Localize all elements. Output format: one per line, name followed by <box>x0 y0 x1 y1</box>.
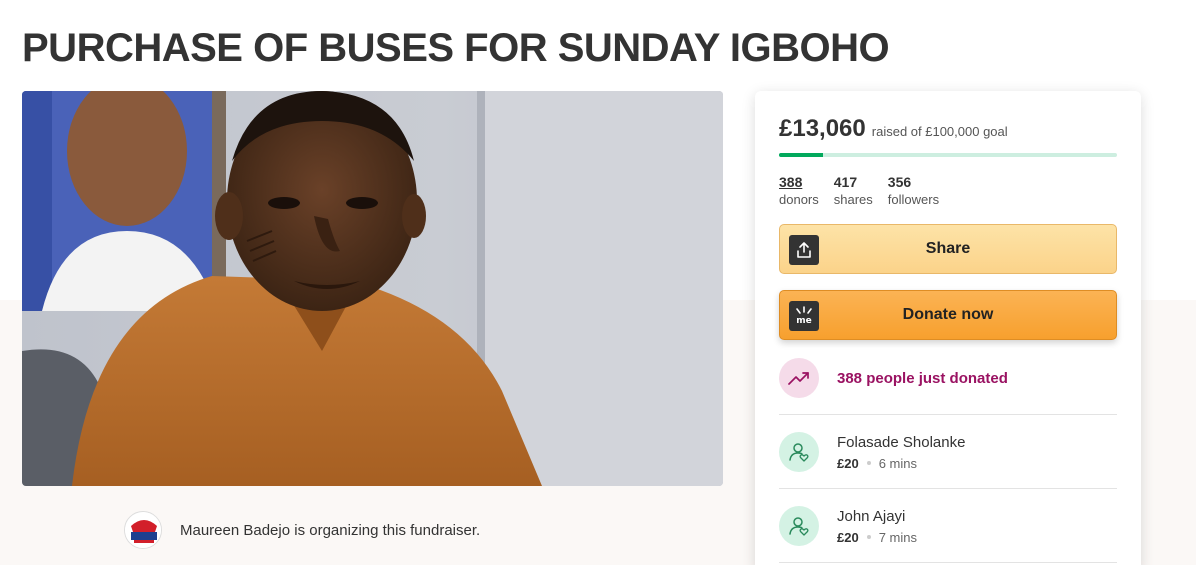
divider <box>779 562 1117 563</box>
stat-shares: 417 shares <box>834 174 873 208</box>
raised-amount: £13,060 <box>779 115 866 142</box>
stat-shares-value: 417 <box>833 174 858 190</box>
stat-shares-label: shares <box>833 192 873 207</box>
svg-text:me: me <box>796 316 811 326</box>
donor-name: Folasade Sholanke <box>837 433 966 451</box>
gofundme-logo-icon: me <box>789 301 819 331</box>
donor-meta: £20 7 mins <box>837 530 917 545</box>
separator-dot <box>866 535 871 539</box>
progress-bar-fill <box>779 153 824 157</box>
trending-up-icon <box>779 358 819 398</box>
donor-info: Folasade Sholanke £20 6 mins <box>837 433 965 471</box>
progress-bar <box>779 153 1117 157</box>
share-upload-icon <box>789 235 819 265</box>
separator-dot <box>866 461 871 465</box>
share-button-label: Share <box>925 240 971 257</box>
hero-image <box>22 91 723 486</box>
stats-row: 388 donors 417 shares 356 followers <box>779 174 1117 208</box>
donor-name: John Ajayi <box>837 507 906 525</box>
trend-text: 388 people just donated <box>837 369 1008 387</box>
share-button[interactable]: Share <box>779 224 1117 274</box>
raised-summary: £13,060 raised of £100,000 goal <box>779 115 1117 143</box>
raised-goal-text: raised of £100,000 goal <box>871 124 1008 139</box>
stat-followers-label: followers <box>887 192 940 207</box>
donation-panel: £13,060 raised of £100,000 goal 388 dono… <box>755 91 1141 565</box>
donor-amount: £20 <box>837 529 859 545</box>
donor-amount: £20 <box>837 455 859 471</box>
stat-followers: 356 followers <box>888 174 939 208</box>
donate-button-label: Donate now <box>902 306 994 323</box>
donate-now-button[interactable]: me Donate now <box>779 290 1117 340</box>
donor-meta: £20 6 mins <box>837 456 965 471</box>
stat-donors[interactable]: 388 donors <box>779 174 819 208</box>
organizer-avatar-icon[interactable] <box>124 511 162 549</box>
recent-donations-trend[interactable]: 388 people just donated <box>779 358 1117 398</box>
organizer-row: Maureen Badejo is organizing this fundra… <box>124 510 480 550</box>
donor-time: 6 mins <box>878 455 917 471</box>
stat-followers-value: 356 <box>887 174 912 190</box>
stat-donors-label: donors <box>779 192 819 207</box>
donor-list-item: Folasade Sholanke £20 6 mins <box>779 415 1117 488</box>
portrait-photo-icon <box>22 91 723 486</box>
page-title: PURCHASE OF BUSES FOR SUNDAY IGBOHO <box>22 26 890 70</box>
donor-info: John Ajayi £20 7 mins <box>837 507 917 545</box>
donor-time: 7 mins <box>878 529 917 545</box>
organizer-text: Maureen Badejo is organizing this fundra… <box>180 521 481 539</box>
stat-donors-value[interactable]: 388 <box>779 174 819 191</box>
donor-avatar-icon <box>779 431 819 472</box>
donor-list-item: John Ajayi £20 7 mins <box>779 489 1117 562</box>
donor-avatar-icon <box>779 505 819 546</box>
